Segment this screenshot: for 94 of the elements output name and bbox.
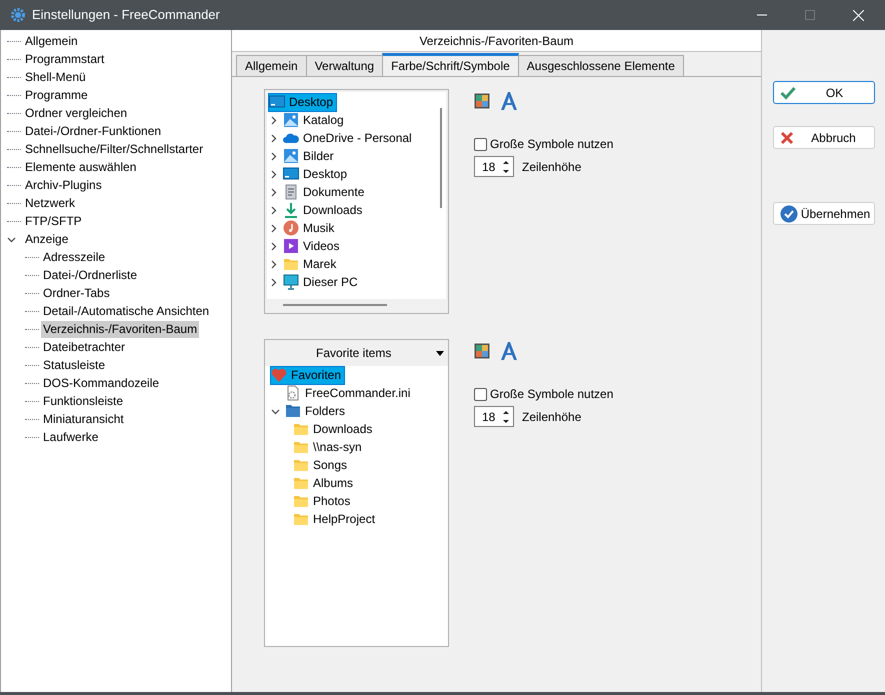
tree-item[interactable]: Marek [283, 256, 340, 272]
color-palette-icon[interactable] [474, 93, 490, 109]
window-title: Einstellungen - FreeCommander [32, 6, 220, 24]
collapse-icon[interactable] [7, 234, 16, 244]
tree-item[interactable]: Dokumente [283, 184, 368, 200]
sidebar-item[interactable]: Anzeige [23, 230, 70, 248]
spin-arrows-icon[interactable] [502, 408, 510, 424]
sidebar-item[interactable]: Miniaturansicht [41, 410, 126, 428]
sidebar-item[interactable]: Programmstart [23, 50, 106, 68]
sidebar-item[interactable]: Programme [23, 86, 90, 104]
folder-icon [293, 457, 309, 473]
sidebar-item[interactable]: Elemente auswählen [23, 158, 138, 176]
sidebar-item[interactable]: Allgemein [23, 32, 80, 50]
sidebar-item[interactable]: Ordner-Tabs [41, 284, 112, 302]
row-height-label: Zeilenhöhe [522, 408, 582, 426]
sidebar-item[interactable]: Netzwerk [23, 194, 78, 212]
checkmark-icon [780, 86, 796, 100]
scrollbar[interactable] [283, 304, 387, 306]
page-header: Verzeichnis-/Favoriten-Baum [232, 30, 761, 52]
folder-icon [293, 511, 309, 527]
heart-icon [271, 367, 287, 383]
tree-item[interactable]: Videos [283, 238, 342, 254]
music-icon [283, 220, 299, 236]
tree-item[interactable]: Downloads [283, 202, 366, 218]
document-icon [283, 184, 299, 200]
cancel-button[interactable]: Abbruch [772, 126, 874, 149]
tree-item[interactable]: Favoriten [271, 366, 344, 384]
font-icon[interactable] [500, 91, 518, 111]
tree-item[interactable]: Folders [285, 402, 348, 420]
sidebar-item[interactable]: Detail-/Automatische Ansichten [41, 302, 212, 320]
close-icon [780, 130, 794, 144]
video-icon [283, 238, 299, 254]
font-icon[interactable] [500, 341, 518, 361]
sidebar-item[interactable]: Funktionsleiste [41, 392, 126, 410]
favorites-dropdown[interactable]: Favorite items [265, 340, 448, 366]
tree-item[interactable]: Dieser PC [283, 274, 361, 290]
folder-icon [293, 493, 309, 509]
sidebar-item[interactable]: Laufwerke [41, 428, 100, 446]
tab[interactable]: Allgemein [236, 55, 307, 76]
sidebar-item[interactable]: Archiv-Plugins [23, 176, 104, 194]
sidebar-item[interactable]: Datei-/Ordnerliste [41, 266, 140, 284]
picture-icon [283, 148, 299, 164]
tree-item[interactable]: \\nas-syn [293, 438, 365, 456]
spin-field[interactable]: 18 [474, 156, 514, 177]
sidebar-item[interactable]: Verzeichnis-/Favoriten-Baum [41, 320, 200, 338]
tree-item[interactable]: FreeCommander.ini [285, 384, 414, 402]
color-palette-icon[interactable] [474, 343, 490, 359]
maximize-icon [805, 10, 815, 20]
monitor-icon [283, 166, 299, 182]
tree-item[interactable]: Songs [293, 456, 350, 474]
download-icon [283, 202, 299, 218]
scrollbar[interactable] [440, 108, 442, 208]
tree-item[interactable]: OneDrive - Personal [283, 130, 415, 146]
spin-field[interactable]: 18 [474, 406, 514, 427]
tree-item[interactable]: Desktop [269, 94, 336, 110]
tree-item[interactable]: Downloads [293, 420, 376, 438]
spin-arrows-icon[interactable] [502, 158, 510, 174]
dropdown-arrow-icon[interactable] [436, 350, 444, 356]
sidebar-item[interactable]: Dateibetrachter [41, 338, 128, 356]
tree-item[interactable]: Albums [293, 474, 356, 492]
tree-item[interactable]: Bilder [283, 148, 337, 164]
settings-file-icon [285, 385, 301, 401]
tree-item[interactable]: Desktop [283, 166, 350, 182]
folder-icon [285, 403, 301, 419]
folder-icon [293, 439, 309, 455]
sidebar-item[interactable]: Adresszeile [41, 248, 108, 266]
computer-icon [283, 274, 299, 290]
sidebar-item[interactable]: Schnellsuche/Filter/Schnellstarter [23, 140, 206, 158]
sidebar-item[interactable]: Statusleiste [41, 356, 108, 374]
tree-item[interactable]: Musik [283, 220, 338, 236]
tab[interactable]: Verwaltung [306, 55, 384, 76]
row-height-label: Zeilenhöhe [522, 158, 582, 176]
tree-item[interactable]: HelpProject [293, 510, 378, 528]
check-circle-icon [780, 204, 798, 222]
collapse-icon[interactable] [271, 406, 280, 416]
sidebar-item[interactable]: Ordner vergleichen [23, 104, 130, 122]
folder-icon [283, 256, 299, 272]
tree-item[interactable]: Katalog [283, 112, 347, 128]
checkbox[interactable] [474, 138, 487, 150]
sidebar-item[interactable]: Shell-Menü [23, 68, 88, 86]
ok-button[interactable]: OK [772, 81, 874, 104]
sidebar-item[interactable]: Datei-/Ordner-Funktionen [23, 122, 164, 140]
tab[interactable]: Ausgeschlossene Elemente [518, 55, 684, 76]
folder-icon [293, 475, 309, 491]
folder-icon [293, 421, 309, 437]
close-icon[interactable] [853, 10, 864, 20]
checkbox-label: Große Symbole nutzen [490, 136, 614, 153]
checkbox[interactable] [474, 388, 487, 400]
picture-icon [283, 112, 299, 128]
sidebar-item[interactable]: FTP/SFTP [23, 212, 84, 230]
checkbox-label: Große Symbole nutzen [490, 386, 614, 403]
apply-button[interactable]: Übernehmen [772, 202, 874, 225]
sidebar-item[interactable]: DOS-Kommandozeile [41, 374, 162, 392]
tree-item[interactable]: Photos [293, 492, 354, 510]
